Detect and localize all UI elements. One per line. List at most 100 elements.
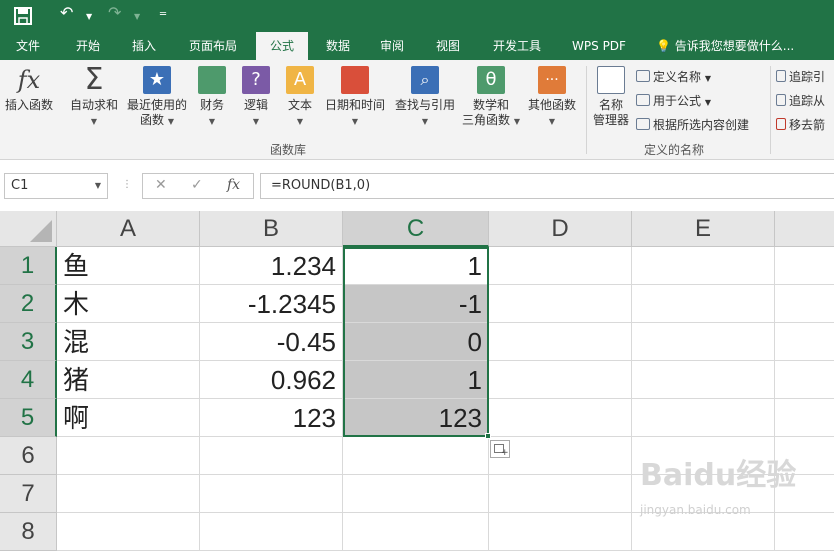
row-header-3[interactable]: 3 (0, 323, 57, 361)
cell-d1[interactable] (489, 247, 632, 285)
column-header-a[interactable]: A (57, 211, 200, 247)
formula-input[interactable]: =ROUND(B1,0) (260, 173, 834, 199)
cell-b6[interactable] (200, 437, 343, 475)
tab-developer[interactable]: 开发工具 (484, 32, 550, 60)
create-from-selection-button[interactable]: 根据所选内容创建 (636, 114, 749, 136)
tell-me-search[interactable]: 💡 告诉我您想要做什么... (656, 32, 794, 60)
name-manager-button[interactable]: 名称 管理器 (590, 66, 632, 128)
tab-review[interactable]: 审阅 (370, 32, 414, 60)
cell-f4[interactable] (775, 361, 834, 399)
insert-function-icon[interactable]: fx (227, 177, 240, 193)
cell-c5[interactable]: 123 (343, 399, 489, 437)
cell-b5[interactable]: 123 (200, 399, 343, 437)
row-header-4[interactable]: 4 (0, 361, 57, 399)
save-icon[interactable] (14, 7, 32, 25)
datetime-button[interactable]: 日期和时间 ▼ (322, 66, 388, 129)
cell-d7[interactable] (489, 475, 632, 513)
row-header-8[interactable]: 8 (0, 513, 57, 551)
define-name-button[interactable]: 定义名称 ▼ (636, 66, 711, 88)
cell-e3[interactable] (632, 323, 775, 361)
cell-f8[interactable] (775, 513, 834, 551)
quick-analysis-button[interactable]: + (490, 440, 510, 458)
cell-b3[interactable]: -0.45 (200, 323, 343, 361)
cell-c8[interactable] (343, 513, 489, 551)
autosum-button[interactable]: Σ 自动求和 ▼ (66, 65, 122, 129)
tab-formulas[interactable]: 公式 (256, 32, 308, 60)
cell-a1[interactable]: 鱼 (57, 247, 200, 285)
logical-button[interactable]: ? 逻辑 ▼ (238, 66, 274, 129)
math-trig-button[interactable]: θ 数学和 三角函数 ▼ (460, 66, 522, 129)
column-header-c[interactable]: C (343, 211, 489, 247)
customize-toolbar-icon[interactable]: ═ (160, 9, 166, 20)
tab-data[interactable]: 数据 (316, 32, 360, 60)
row-header-1[interactable]: 1 (0, 247, 57, 285)
cell-a2[interactable]: 木 (57, 285, 200, 323)
tab-insert[interactable]: 插入 (122, 32, 166, 60)
select-all-button[interactable] (0, 211, 57, 247)
cell-c1[interactable]: 1 (343, 247, 489, 285)
chevron-down-icon[interactable]: ▼ (95, 174, 101, 198)
tab-page-layout[interactable]: 页面布局 (180, 32, 246, 60)
cell-b1[interactable]: 1.234 (200, 247, 343, 285)
tab-view[interactable]: 视图 (426, 32, 470, 60)
recently-used-button[interactable]: ★ 最近使用的 函数 ▼ (124, 66, 190, 129)
cell-a7[interactable] (57, 475, 200, 513)
cell-e1[interactable] (632, 247, 775, 285)
cell-b2[interactable]: -1.2345 (200, 285, 343, 323)
cell-f5[interactable] (775, 399, 834, 437)
cell-a4[interactable]: 猪 (57, 361, 200, 399)
text-button[interactable]: A 文本 ▼ (282, 66, 318, 129)
row-header-2[interactable]: 2 (0, 285, 57, 323)
insert-function-button[interactable]: fx 插入函数 (2, 66, 56, 113)
lookup-button[interactable]: ⌕ 查找与引用 ▼ (390, 66, 460, 129)
cell-d4[interactable] (489, 361, 632, 399)
use-in-formula-button[interactable]: 用于公式 ▼ (636, 90, 711, 112)
cell-b7[interactable] (200, 475, 343, 513)
cell-c7[interactable] (343, 475, 489, 513)
cell-d5[interactable] (489, 399, 632, 437)
vertical-dots-icon[interactable]: ⋮ (122, 179, 132, 190)
enter-icon[interactable]: ✓ (191, 177, 203, 193)
cell-f3[interactable] (775, 323, 834, 361)
undo-icon[interactable]: ↶ (60, 3, 73, 22)
redo-icon[interactable]: ↷ (108, 3, 121, 22)
cell-d8[interactable] (489, 513, 632, 551)
cell-b8[interactable] (200, 513, 343, 551)
cell-c4[interactable]: 1 (343, 361, 489, 399)
name-box[interactable]: C1 ▼ (4, 173, 108, 199)
tab-home[interactable]: 开始 (66, 32, 110, 60)
cell-d3[interactable] (489, 323, 632, 361)
cell-f2[interactable] (775, 285, 834, 323)
cell-d2[interactable] (489, 285, 632, 323)
cell-a8[interactable] (57, 513, 200, 551)
cell-e2[interactable] (632, 285, 775, 323)
cell-e4[interactable] (632, 361, 775, 399)
cell-e8[interactable] (632, 513, 775, 551)
cell-d6[interactable] (489, 437, 632, 475)
row-header-5[interactable]: 5 (0, 399, 57, 437)
financial-button[interactable]: 财务 ▼ (194, 66, 230, 129)
column-header-d[interactable]: D (489, 211, 632, 247)
tab-wps-pdf[interactable]: WPS PDF (562, 32, 636, 60)
cell-f1[interactable] (775, 247, 834, 285)
cell-b4[interactable]: 0.962 (200, 361, 343, 399)
column-header-b[interactable]: B (200, 211, 343, 247)
tab-file[interactable]: 文件 (6, 32, 50, 60)
row-header-7[interactable]: 7 (0, 475, 57, 513)
cell-c6[interactable] (343, 437, 489, 475)
remove-arrows-button[interactable]: 移去箭 (776, 114, 825, 136)
cancel-icon[interactable]: ✕ (155, 177, 167, 193)
undo-dropdown-icon[interactable]: ▼ (86, 12, 92, 21)
row-header-6[interactable]: 6 (0, 437, 57, 475)
trace-dependents-button[interactable]: 追踪从 (776, 90, 825, 112)
cell-e5[interactable] (632, 399, 775, 437)
cell-c2[interactable]: -1 (343, 285, 489, 323)
more-functions-button[interactable]: ··· 其他函数 ▼ (524, 66, 580, 129)
cell-a6[interactable] (57, 437, 200, 475)
redo-dropdown-icon[interactable]: ▼ (134, 12, 140, 21)
fill-handle[interactable] (485, 433, 491, 439)
column-header-f-partial[interactable] (775, 211, 834, 247)
trace-precedents-button[interactable]: 追踪引 (776, 66, 825, 88)
cell-a5[interactable]: 啊 (57, 399, 200, 437)
cell-a3[interactable]: 混 (57, 323, 200, 361)
